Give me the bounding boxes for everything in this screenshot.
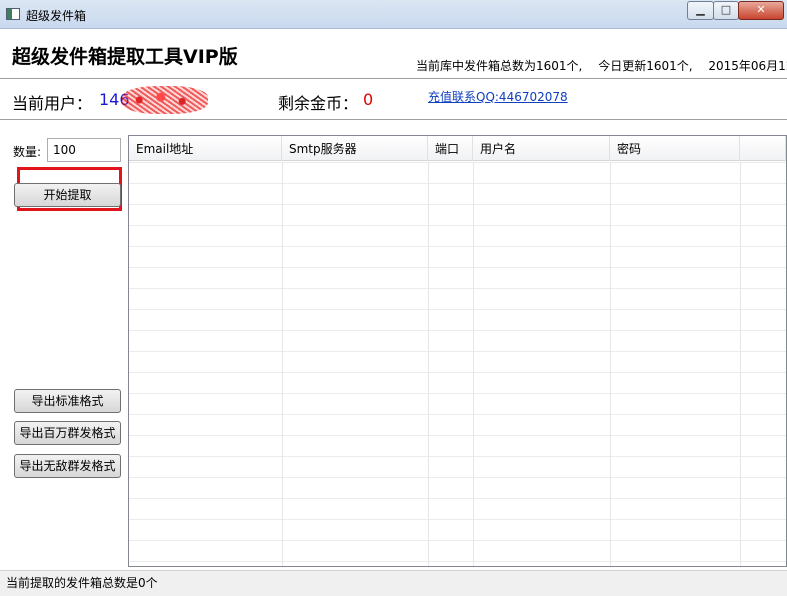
date-text: 2015年06月12日 — [708, 59, 787, 73]
start-extract-button[interactable]: 开始提取 — [14, 183, 121, 207]
column-divider — [740, 162, 741, 566]
column-divider — [473, 162, 474, 566]
coins-label: 剩余金币： — [278, 94, 359, 113]
mailbox-table[interactable]: Email地址 Smtp服务器 端口 用户名 密码 — [128, 135, 787, 567]
db-total-text: 当前库中发件箱总数为1601个, — [416, 59, 583, 73]
quantity-label: 数量: — [13, 145, 42, 159]
user-bar: 当前用户： 146 剩余金币： 0 充值联系QQ:446702078 — [0, 80, 787, 120]
export-unlimited-button[interactable]: 导出无敌群发格式 — [14, 454, 121, 478]
window-title: 超级发件箱 — [26, 9, 87, 23]
column-username[interactable]: 用户名 — [473, 136, 610, 161]
export-million-button[interactable]: 导出百万群发格式 — [14, 421, 121, 445]
status-bar: 当前提取的发件箱总数是0个 — [0, 570, 787, 596]
app-heading: 超级发件箱提取工具VIP版 — [12, 46, 238, 68]
coins-value: 0 — [363, 90, 374, 109]
header: 超级发件箱提取工具VIP版 当前库中发件箱总数为1601个, 今日更新1601个… — [0, 29, 787, 79]
column-filler — [740, 136, 786, 161]
column-divider — [428, 162, 429, 566]
column-email[interactable]: Email地址 — [129, 136, 282, 161]
column-divider — [610, 162, 611, 566]
left-panel: 数量: 开始提取 导出标准格式 导出百万群发格式 导出无敌群发格式 — [0, 121, 128, 571]
column-smtp[interactable]: Smtp服务器 — [282, 136, 428, 161]
status-text: 当前提取的发件箱总数是0个 — [6, 576, 158, 590]
column-divider — [282, 162, 283, 566]
close-button[interactable]: ✕ — [738, 1, 784, 20]
redaction-scribble — [122, 86, 208, 114]
current-user-label: 当前用户： — [12, 94, 93, 113]
table-body[interactable] — [129, 162, 786, 566]
app-window-icon — [6, 8, 20, 20]
export-standard-button[interactable]: 导出标准格式 — [14, 389, 121, 413]
table-header: Email地址 Smtp服务器 端口 用户名 密码 — [129, 136, 786, 161]
title-bar: 超级发件箱 ▁ □ ✕ — [0, 0, 787, 29]
column-password[interactable]: 密码 — [610, 136, 740, 161]
recharge-link[interactable]: 充值联系QQ:446702078 — [428, 88, 568, 105]
today-update-text: 今日更新1601个, — [598, 59, 693, 73]
maximize-button[interactable]: □ — [713, 1, 739, 20]
quantity-input[interactable] — [47, 138, 121, 162]
minimize-button[interactable]: ▁ — [687, 1, 714, 20]
database-info: 当前库中发件箱总数为1601个, 今日更新1601个, 2015年06月12日 — [416, 57, 787, 74]
column-port[interactable]: 端口 — [428, 136, 473, 161]
